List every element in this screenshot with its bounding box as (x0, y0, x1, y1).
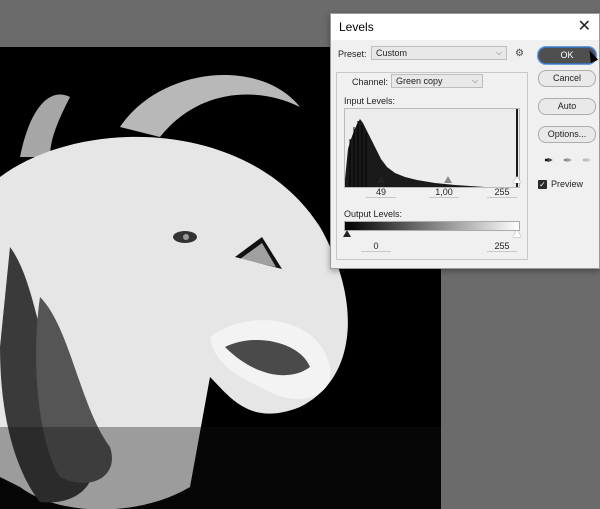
preset-select[interactable]: Custom ⌵ (371, 46, 507, 60)
options-button[interactable]: Options... (538, 126, 596, 143)
input-black-value[interactable]: 49 (366, 187, 396, 198)
output-black-slider[interactable] (343, 230, 351, 237)
input-gamma-value[interactable]: 1,00 (429, 187, 459, 198)
output-levels-label: Output Levels: (344, 209, 403, 219)
channel-label: Channel: (352, 77, 389, 87)
gear-icon[interactable]: ⚙ (515, 48, 524, 59)
levels-dialog: Levels ✕ Preset: Custom ⌵ ⚙ Channel: Gre… (330, 13, 600, 269)
close-icon[interactable]: ✕ (578, 19, 591, 35)
output-white-value[interactable]: 255 (487, 241, 517, 252)
gray-eyedropper-icon[interactable]: ✒ (563, 154, 572, 167)
input-black-slider[interactable] (377, 176, 385, 183)
output-white-slider[interactable] (513, 230, 521, 237)
auto-button[interactable]: Auto (538, 98, 596, 115)
preview-label: Preview (551, 179, 584, 189)
output-gradient (344, 221, 520, 231)
preset-label: Preset: (338, 49, 367, 59)
white-eyedropper-icon[interactable]: ✒ (582, 154, 591, 167)
chevron-down-icon: ⌵ (495, 48, 502, 57)
preset-value: Custom (376, 48, 408, 58)
histogram (344, 108, 520, 188)
input-gamma-slider[interactable] (444, 176, 452, 183)
channel-select[interactable]: Green copy ⌵ (391, 74, 483, 88)
channel-value: Green copy (396, 76, 443, 86)
checkmark-icon: ✓ (538, 179, 547, 189)
preview-checkbox[interactable]: ✓ Preview (538, 179, 583, 189)
black-eyedropper-icon[interactable]: ✒ (544, 154, 553, 167)
output-black-value[interactable]: 0 (361, 241, 391, 252)
cancel-button[interactable]: Cancel (538, 70, 596, 87)
chevron-down-icon: ⌵ (471, 76, 478, 85)
dialog-titlebar[interactable]: Levels ✕ (331, 14, 599, 40)
input-white-value[interactable]: 255 (487, 187, 517, 198)
dialog-title: Levels (339, 20, 374, 34)
input-levels-label: Input Levels: (344, 96, 396, 106)
input-white-slider[interactable] (513, 176, 521, 183)
